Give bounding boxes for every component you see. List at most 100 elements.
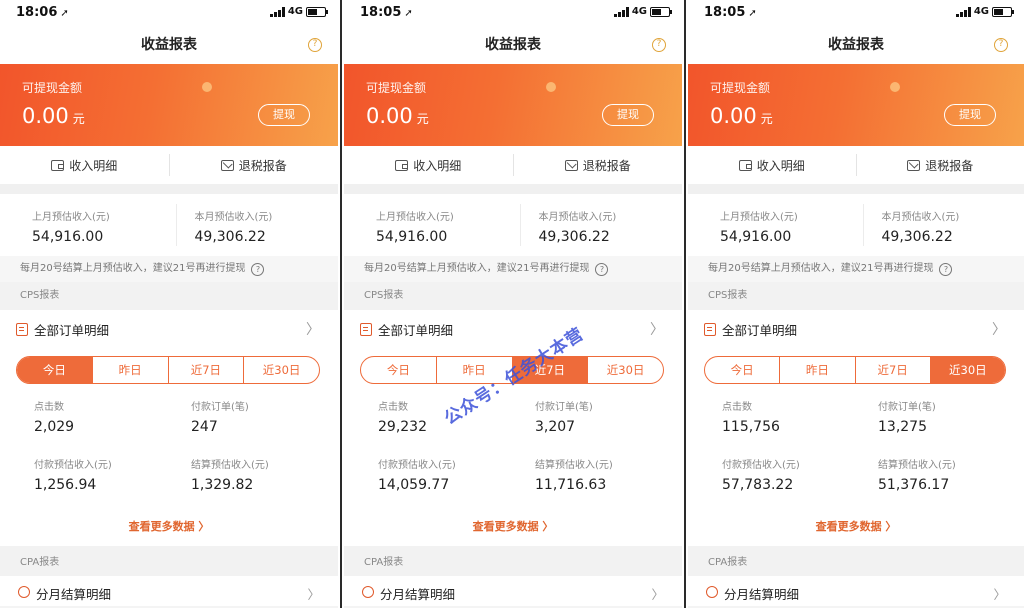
status-bar: 18:05 ➚ 4G — [688, 0, 1024, 26]
tab-today[interactable]: 今日 — [361, 357, 436, 383]
signal-icon — [955, 6, 971, 17]
banner-decoration — [546, 82, 556, 92]
status-bar: 18:05 ➚ 4G — [344, 0, 682, 26]
monthly-settlement-row[interactable]: 分月结算明细〉 — [344, 576, 682, 606]
balance-banner: 可提现金额 0.00 元 提现 — [344, 64, 682, 146]
signal-icon — [613, 6, 629, 17]
tab-today[interactable]: 今日 — [17, 357, 92, 383]
battery-icon — [992, 6, 1014, 17]
network-label: 4G — [287, 6, 303, 17]
all-orders-row[interactable]: 全部订单明细〉 — [688, 310, 1024, 348]
stat-clicks: 点击数 2,029 — [34, 402, 75, 435]
network-label: 4G — [631, 6, 647, 17]
period-tabs: 今日 昨日 近7日 近30日 — [688, 348, 1024, 388]
last-month-income: 上月预估收入(元) 54,916.00 — [720, 212, 798, 245]
withdrawable-amount: 0.00 元 — [366, 104, 429, 128]
tab-30-days[interactable]: 近30日 — [587, 357, 663, 383]
withdrawable-label: 可提现金额 — [366, 81, 427, 95]
coin-icon — [362, 586, 374, 598]
this-month-income: 本月预估收入(元) 49,306.22 — [519, 204, 683, 246]
chevron-right-icon: 〉 — [651, 587, 664, 602]
tax-report-button[interactable]: 退税报备 — [857, 157, 1024, 174]
location-arrow-icon: ➚ — [60, 8, 69, 19]
cpa-section-title: CPA报表 — [344, 546, 682, 576]
stat-orders: 付款订单(笔) 13,275 — [878, 402, 936, 435]
help-icon[interactable]: ? — [308, 38, 322, 52]
wallet-icon — [395, 159, 409, 171]
cps-stats: 点击数 2,029 付款订单(笔) 247 付款预估收入(元) 1,256.94 结算… — [0, 388, 338, 508]
document-icon — [704, 322, 716, 336]
monthly-settlement-row[interactable]: 分月结算明细〉 — [0, 576, 338, 606]
question-icon[interactable]: ? — [595, 262, 609, 276]
income-detail-button[interactable]: 收入明细 — [0, 157, 169, 174]
wallet-icon — [51, 159, 65, 171]
withdraw-button[interactable]: 提现 — [258, 104, 310, 126]
help-icon[interactable]: ? — [994, 38, 1008, 52]
quick-menu: 收入明细 退税报备 — [344, 146, 682, 184]
tab-7-days[interactable]: 近7日 — [854, 357, 930, 383]
stat-orders: 付款订单(笔) 247 — [191, 402, 249, 435]
stat-settle-income: 结算预估收入(元) 51,376.17 — [878, 460, 956, 493]
chevron-right-icon: 〉 — [306, 322, 320, 338]
chevron-right-icon: 〉 — [307, 587, 320, 602]
balance-banner: 可提现金额 0.00 元 提现 — [0, 64, 338, 146]
tab-30-days[interactable]: 近30日 — [243, 357, 319, 383]
coin-icon — [706, 586, 718, 598]
status-time: 18:05 ➚ — [360, 5, 413, 20]
cps-section-title: CPS报表 — [0, 282, 338, 310]
page-title: 收益报表 — [485, 37, 541, 53]
tax-report-button[interactable]: 退税报备 — [514, 157, 683, 174]
cps-section-title: CPS报表 — [688, 282, 1024, 310]
income-detail-button[interactable]: 收入明细 — [688, 157, 856, 174]
all-orders-row[interactable]: 全部订单明细〉 — [0, 310, 338, 348]
help-icon[interactable]: ? — [652, 38, 666, 52]
phone-screen-2: 18:05 ➚ 4G 收益报表 ? 可提现金额 0.00 元 提现 收入明细 退税报… — [344, 0, 682, 608]
view-more-link[interactable]: 查看更多数据 〉 — [344, 508, 682, 546]
last-month-income: 上月预估收入(元) 54,916.00 — [32, 212, 110, 245]
withdraw-button[interactable]: 提现 — [602, 104, 654, 126]
nav-bar: 收益报表 ? — [688, 26, 1024, 64]
view-more-link[interactable]: 查看更多数据 〉 — [688, 508, 1024, 546]
battery-icon — [650, 6, 672, 17]
coin-icon — [18, 586, 30, 598]
monthly-settlement-row[interactable]: 分月结算明细〉 — [688, 576, 1024, 606]
withdrawable-amount: 0.00 元 — [22, 104, 85, 128]
chevron-right-icon: 〉 — [993, 587, 1006, 602]
banner-decoration — [890, 82, 900, 92]
question-icon[interactable]: ? — [251, 262, 265, 276]
cpa-section-title: CPA报表 — [0, 546, 338, 576]
phone-screen-1: 18:06 ➚ 4G 收益报表 ? 可提现金额 0.00 元 提现 收入明细 退税报… — [0, 0, 338, 608]
nav-bar: 收益报表 ? — [0, 26, 338, 64]
this-month-income: 本月预估收入(元) 49,306.22 — [175, 204, 339, 246]
cps-stats: 点击数 115,756 付款订单(笔) 13,275 付款预估收入(元) 57,783… — [688, 388, 1024, 508]
envelope-icon — [564, 159, 578, 171]
tab-yesterday[interactable]: 昨日 — [91, 357, 168, 383]
view-more-link[interactable]: 查看更多数据 〉 — [0, 508, 338, 546]
settlement-note: 每月20号结算上月预估收入，建议21号再进行提现? — [0, 256, 338, 282]
location-arrow-icon: ➚ — [748, 8, 757, 19]
all-orders-row[interactable]: 全部订单明细〉 — [344, 310, 682, 348]
stat-pay-income: 付款预估收入(元) 1,256.94 — [34, 460, 112, 493]
tab-yesterday[interactable]: 昨日 — [779, 357, 854, 383]
settlement-note: 每月20号结算上月预估收入，建议21号再进行提现? — [688, 256, 1024, 282]
stat-pay-income: 付款预估收入(元) 57,783.22 — [722, 460, 800, 493]
stat-settle-income: 结算预估收入(元) 11,716.63 — [535, 460, 613, 493]
withdrawable-label: 可提现金额 — [22, 81, 83, 95]
tab-30-days[interactable]: 近30日 — [929, 357, 1005, 383]
income-summary: 上月预估收入(元) 54,916.00 本月预估收入(元) 49,306.22 — [344, 194, 682, 256]
stat-pay-income: 付款预估收入(元) 14,059.77 — [378, 460, 456, 493]
withdraw-button[interactable]: 提现 — [944, 104, 996, 126]
question-icon[interactable]: ? — [939, 262, 953, 276]
settlement-note: 每月20号结算上月预估收入，建议21号再进行提现? — [344, 256, 682, 282]
cps-section-title: CPS报表 — [344, 282, 682, 310]
tab-today[interactable]: 今日 — [705, 357, 779, 383]
income-summary: 上月预估收入(元) 54,916.00 本月预估收入(元) 49,306.22 — [688, 194, 1024, 256]
balance-banner: 可提现金额 0.00 元 提现 — [688, 64, 1024, 146]
income-detail-button[interactable]: 收入明细 — [344, 157, 513, 174]
tab-7-days[interactable]: 近7日 — [167, 357, 244, 383]
network-label: 4G — [973, 6, 989, 17]
page-title: 收益报表 — [828, 37, 884, 53]
tax-report-button[interactable]: 退税报备 — [170, 157, 339, 174]
status-bar: 18:06 ➚ 4G — [0, 0, 338, 26]
stat-orders: 付款订单(笔) 3,207 — [535, 402, 593, 435]
